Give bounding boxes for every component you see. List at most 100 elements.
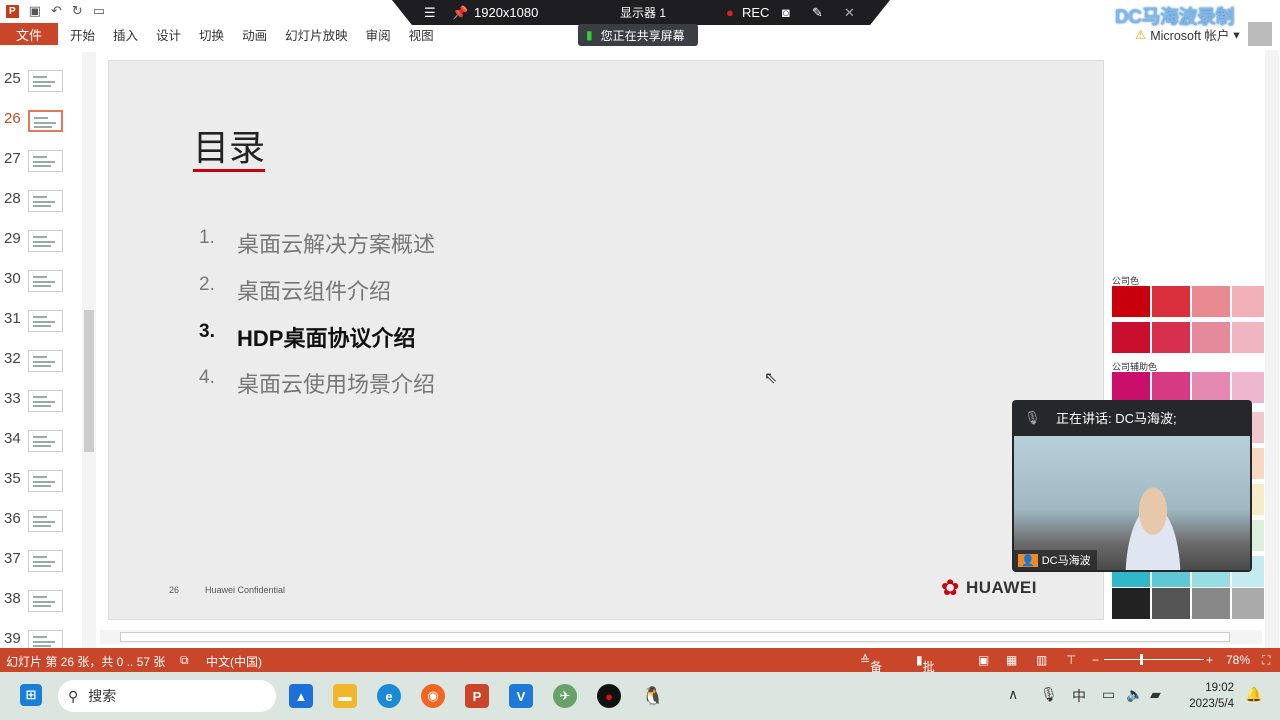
avatar[interactable] xyxy=(1248,22,1272,46)
spellcheck-icon[interactable]: ⧉ xyxy=(180,653,189,668)
slide-number: 26 xyxy=(4,110,21,127)
clock[interactable]: 19:02 2023/5/4 xyxy=(1180,680,1234,712)
thumbnail-image xyxy=(28,230,63,252)
qq-app-icon[interactable]: 🐧 xyxy=(641,684,665,708)
pin-icon[interactable]: 📌 xyxy=(452,5,468,21)
slide-number: 28 xyxy=(4,190,21,207)
speaker-video-window[interactable]: 🎙 正在讲话: DC马海波; 👤 DC马海波 xyxy=(1012,400,1252,572)
user-icon: 👤 xyxy=(1018,553,1038,567)
feishu-app-icon[interactable]: ▲ xyxy=(289,684,313,708)
network-app-icon[interactable]: ✈ xyxy=(553,684,577,708)
file-explorer-icon[interactable]: ▬ xyxy=(333,684,357,708)
reading-view-icon[interactable]: ▥ xyxy=(1036,653,1047,667)
ime-indicator[interactable]: 中 xyxy=(1072,686,1086,706)
redo-icon[interactable]: ↻ xyxy=(72,3,83,19)
slide-thumbnail[interactable]: 28 xyxy=(0,188,80,218)
slide-thumbnail[interactable]: 36 xyxy=(0,508,80,538)
edge-browser-icon[interactable]: e xyxy=(377,684,401,708)
toc-item: 1. 桌面云解决方案概述 xyxy=(199,227,436,257)
slide-thumbnail[interactable]: 34 xyxy=(0,428,80,458)
tab-review[interactable]: 审阅 xyxy=(357,25,400,44)
tab-animations[interactable]: 动画 xyxy=(233,25,276,44)
slide-number: 27 xyxy=(4,150,21,167)
search-icon: ⚲ xyxy=(68,687,79,704)
powerpoint-logo: P xyxy=(6,4,19,18)
zoom-slider[interactable] xyxy=(1104,654,1204,665)
network-icon[interactable]: ▭ xyxy=(1102,686,1115,703)
tab-file[interactable]: 文件 xyxy=(0,23,58,45)
thumbnail-image xyxy=(28,550,63,572)
slide-thumbnail[interactable]: 29 xyxy=(0,228,80,258)
slide-thumbnail[interactable]: 38 xyxy=(0,588,80,618)
tab-insert[interactable]: 插入 xyxy=(104,25,147,44)
vertical-scrollbar[interactable] xyxy=(1265,50,1279,648)
title-underline xyxy=(193,169,265,172)
comments-button[interactable]: ▮ 批注 xyxy=(916,653,935,691)
thumbnail-image xyxy=(28,150,63,172)
horizontal-scrollbar[interactable] xyxy=(100,630,1262,644)
tab-view[interactable]: 视图 xyxy=(400,25,443,44)
taskbar-search[interactable]: ⚲ 搜索 xyxy=(58,680,276,712)
account-label: Microsoft 帐户 xyxy=(1150,29,1230,43)
notes-button[interactable]: ≙ 备注 xyxy=(860,653,882,691)
rec-button[interactable]: REC xyxy=(742,5,769,20)
slide-canvas[interactable]: 目录 1. 桌面云解决方案概述 2. 桌面云组件介绍 3. HDP桌面协议介绍 4. 桌… xyxy=(108,60,1104,620)
pen-icon[interactable]: ✎ xyxy=(812,5,823,21)
thumbnail-image xyxy=(28,70,63,92)
slide-thumbnail[interactable]: 25 xyxy=(0,68,80,98)
powerpoint-app-icon[interactable]: P xyxy=(465,684,489,708)
zoom-in-button[interactable]: + xyxy=(1206,653,1213,667)
thumbnail-image xyxy=(28,430,63,452)
vscode-app-icon[interactable]: V xyxy=(509,684,533,708)
slide-thumbnail[interactable]: 33 xyxy=(0,388,80,418)
slide-number: 34 xyxy=(4,430,21,447)
windows-start-icon[interactable]: ⊞ xyxy=(20,684,42,706)
slideshow-icon[interactable]: ⊤ xyxy=(1066,653,1076,667)
slide-number: 33 xyxy=(4,390,21,407)
color-swatch xyxy=(1232,372,1264,403)
slide-number: 37 xyxy=(4,550,21,567)
slide-info: 幻灯片 第 26 张，共 0 .. 57 张 xyxy=(6,655,166,669)
thumbnail-scrollbar[interactable] xyxy=(82,52,96,648)
recorder-app-icon[interactable]: ● xyxy=(597,684,621,708)
tab-home[interactable]: 开始 xyxy=(58,25,104,44)
slide-thumbnail[interactable]: 26 xyxy=(0,108,80,138)
slide-sorter-icon[interactable]: ▦ xyxy=(1006,653,1017,667)
zoom-level[interactable]: 78% xyxy=(1226,653,1250,667)
taskbar: ⊞ ⚲ 搜索 ▲ ▬ e ◉ P V ✈ ● 🐧 ∧ 🎙 中 ▭ 🔈 ▰ 19:0… xyxy=(0,672,1280,720)
slide-number: 29 xyxy=(4,230,21,247)
tab-design[interactable]: 设计 xyxy=(147,25,190,44)
microphone-icon[interactable]: 🎙 xyxy=(1040,686,1058,703)
normal-view-icon[interactable]: ▣ xyxy=(978,653,989,667)
color-swatch xyxy=(1192,588,1230,619)
notification-icon[interactable]: 🔔 xyxy=(1245,686,1262,703)
color-swatch xyxy=(1152,322,1190,353)
battery-icon[interactable]: ▰ xyxy=(1150,686,1161,703)
color-swatch xyxy=(1112,372,1150,403)
display-select[interactable]: 显示器 1 xyxy=(620,4,666,21)
tab-slideshow[interactable]: 幻灯片放映 xyxy=(276,25,357,44)
slide-thumbnail[interactable]: 31 xyxy=(0,308,80,338)
slide-thumbnail[interactable]: 27 xyxy=(0,148,80,178)
fit-window-icon[interactable]: ⛶ xyxy=(1262,653,1270,668)
language-label[interactable]: 中文(中国) xyxy=(206,653,262,670)
presenter-icon[interactable]: ▭ xyxy=(93,3,105,19)
close-icon[interactable]: ✕ xyxy=(844,5,855,21)
zoom-out-button[interactable]: − xyxy=(1092,653,1099,667)
camera-icon[interactable]: ◙ xyxy=(782,5,790,20)
chevron-up-icon[interactable]: ∧ xyxy=(1008,686,1018,703)
menu-icon[interactable]: ☰ xyxy=(424,5,436,21)
slide-thumbnail[interactable]: 35 xyxy=(0,468,80,498)
firefox-icon[interactable]: ◉ xyxy=(421,684,445,708)
volume-icon[interactable]: 🔈 xyxy=(1126,686,1143,703)
slide-thumbnail[interactable]: 37 xyxy=(0,548,80,578)
account-menu[interactable]: ⚠ Microsoft 帐户 ▾ xyxy=(1135,25,1240,44)
sharing-indicator: ▮ 您正在共享屏幕 xyxy=(578,24,698,46)
color-swatch xyxy=(1112,322,1150,353)
sharing-text: 您正在共享屏幕 xyxy=(600,28,685,43)
undo-icon[interactable]: ↶ xyxy=(51,3,62,19)
save-icon[interactable]: ▣ xyxy=(29,3,41,19)
tab-transitions[interactable]: 切换 xyxy=(190,25,233,44)
slide-thumbnail[interactable]: 32 xyxy=(0,348,80,378)
slide-thumbnail[interactable]: 30 xyxy=(0,268,80,298)
